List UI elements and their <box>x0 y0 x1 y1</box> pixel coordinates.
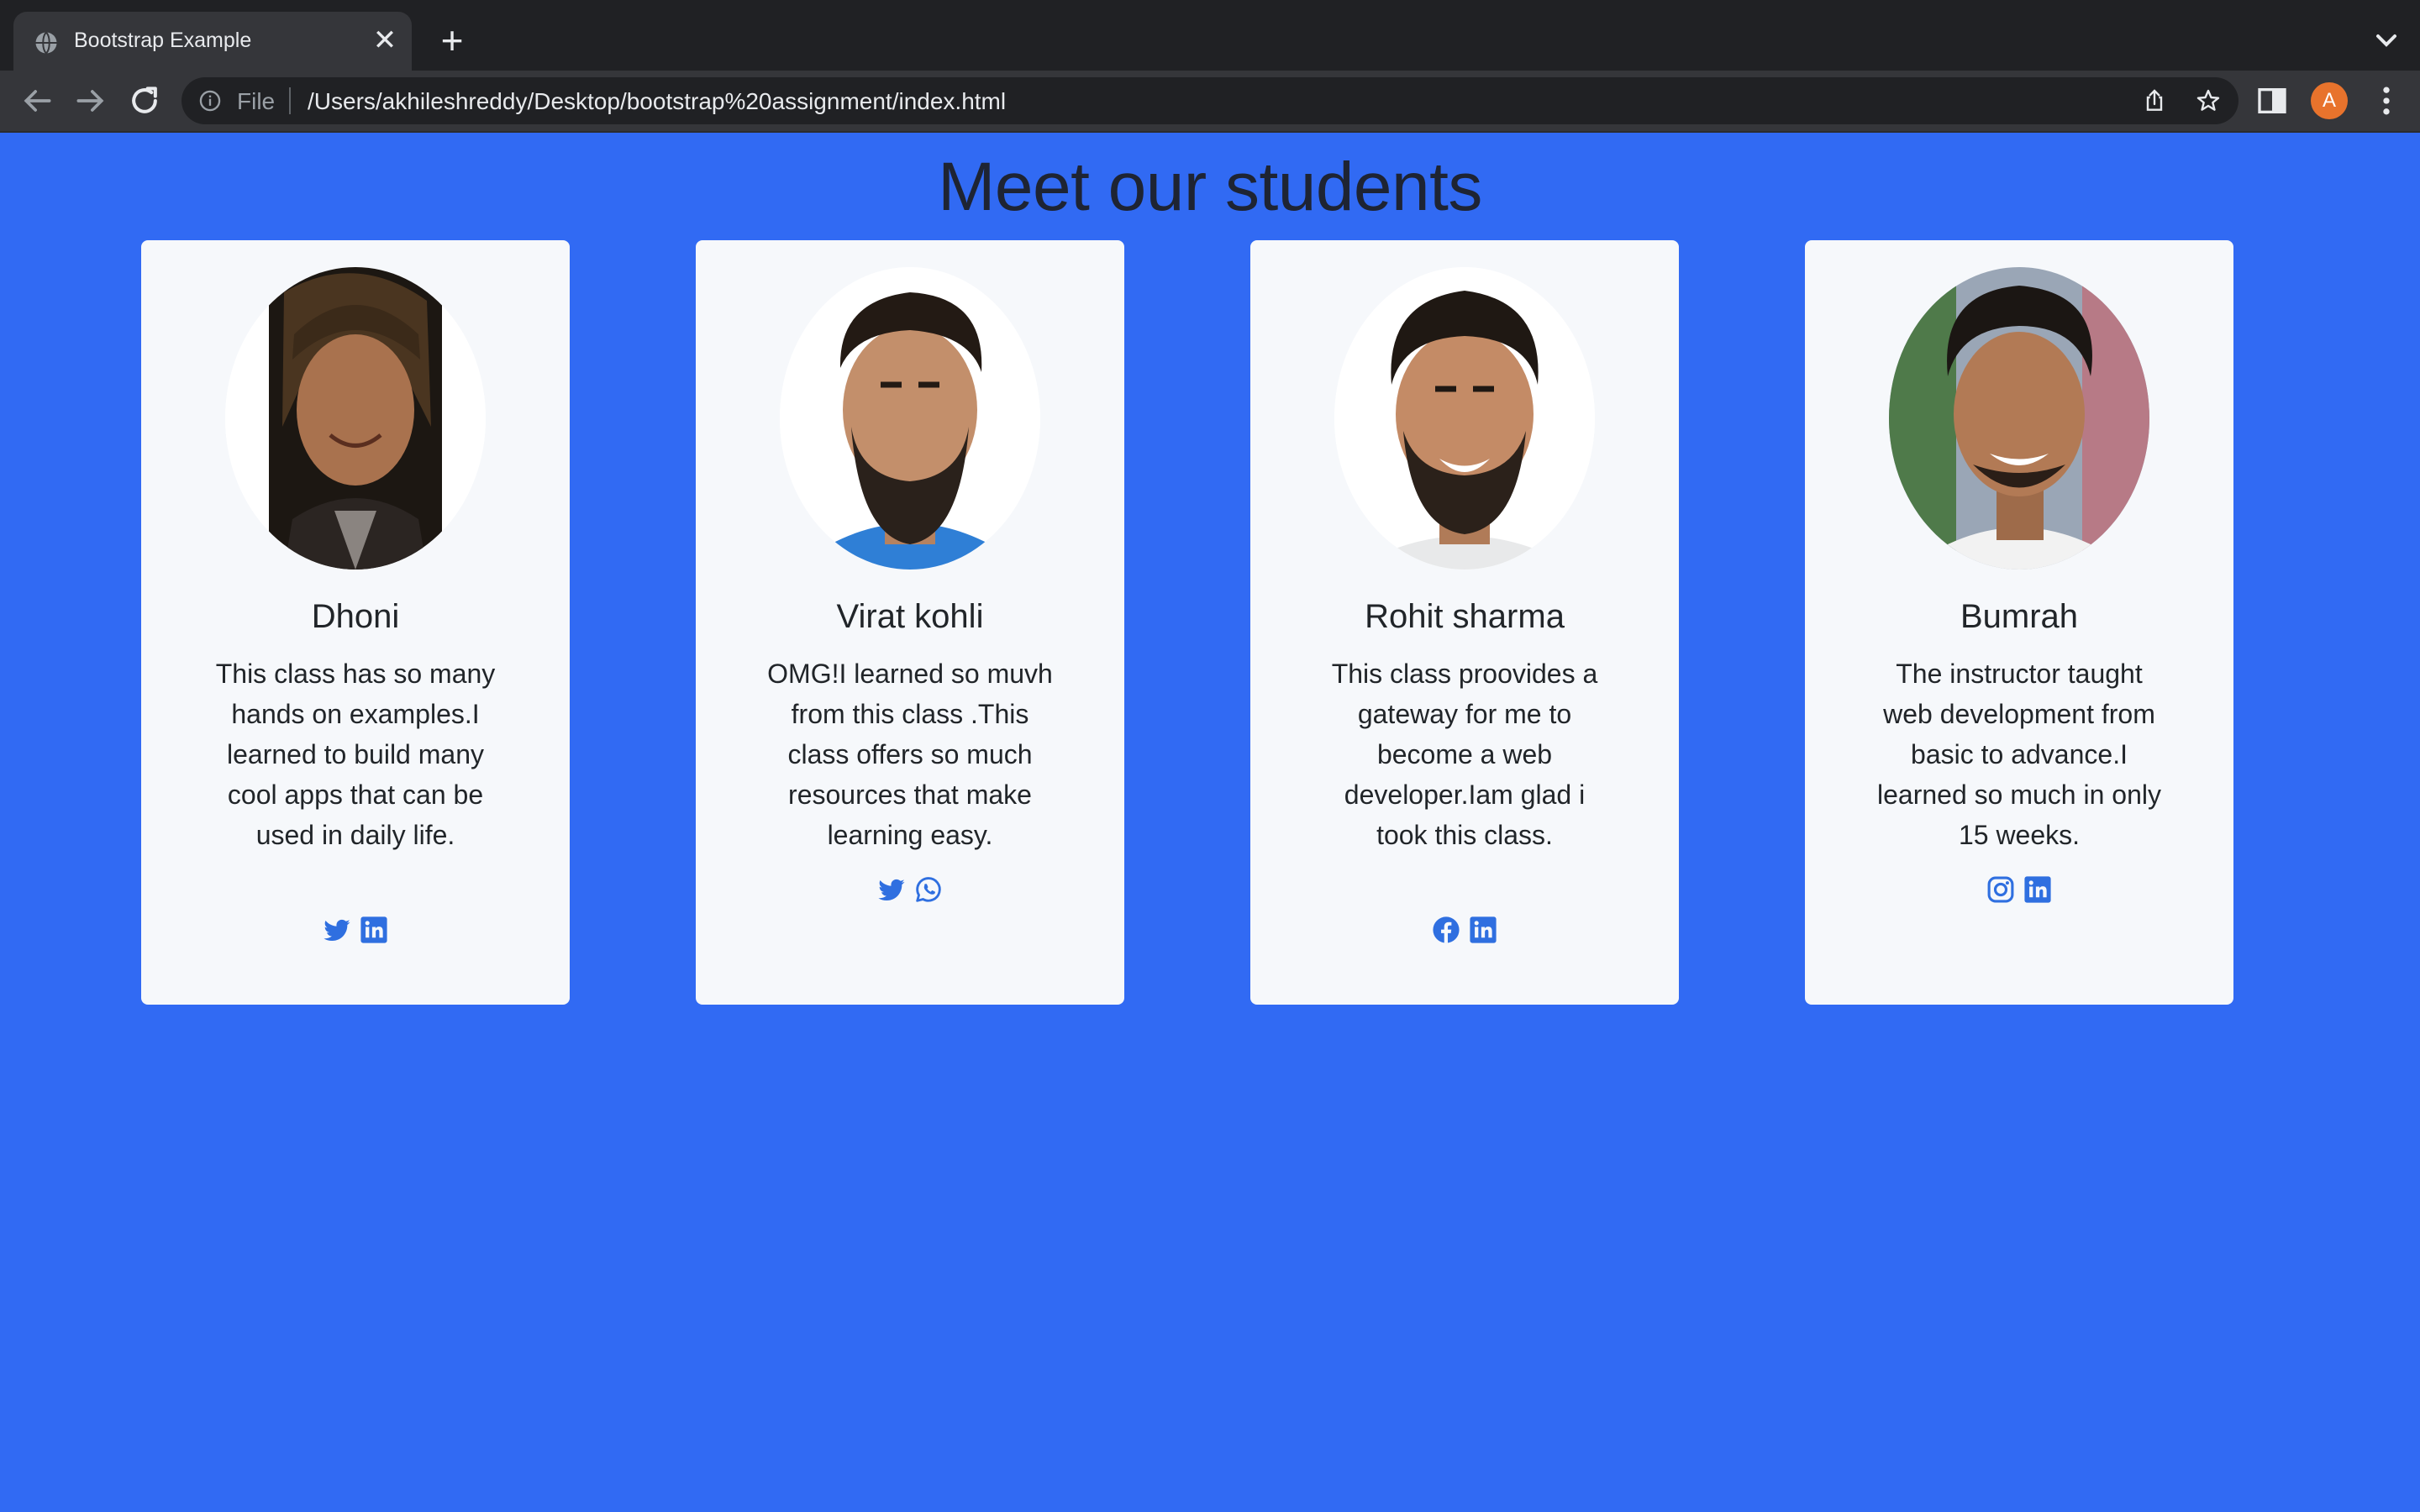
student-name: Rohit sharma <box>1365 598 1565 635</box>
instagram-icon[interactable] <box>1986 875 2015 904</box>
social-links <box>1805 875 2233 904</box>
student-photo <box>1334 267 1595 570</box>
side-panel-icon[interactable] <box>2255 84 2289 118</box>
browser-tab[interactable]: Bootstrap Example ✕ <box>13 12 412 71</box>
student-testimonial: OMG!I learned so muvh from this class .T… <box>767 659 1053 850</box>
student-testimonial: The instructor taught web development fr… <box>1877 659 2161 850</box>
facebook-icon[interactable] <box>1432 916 1460 944</box>
student-photo <box>225 267 486 570</box>
new-tab-button[interactable]: + <box>434 21 471 60</box>
info-icon[interactable] <box>198 89 222 113</box>
tab-strip: Bootstrap Example ✕ + <box>0 0 2420 71</box>
whatsapp-icon[interactable] <box>914 875 943 904</box>
forward-arrow-icon[interactable] <box>72 82 109 119</box>
twitter-icon[interactable] <box>323 916 351 944</box>
url-scheme: File <box>237 88 276 114</box>
student-card: Dhoni This class has so many hands on ex… <box>141 240 570 1005</box>
student-testimonial: This class has so many hands on examples… <box>215 659 496 850</box>
linkedin-icon[interactable] <box>2023 875 2052 904</box>
student-name: Bumrah <box>1960 598 2079 635</box>
social-links <box>141 916 570 944</box>
social-links <box>1250 916 1679 944</box>
globe-icon <box>35 31 57 55</box>
linkedin-icon[interactable] <box>360 916 388 944</box>
page-title: Meet our students <box>938 149 1482 225</box>
share-icon[interactable] <box>2141 87 2168 114</box>
student-photo <box>780 267 1040 570</box>
browser-toolbar: File /Users/akhileshreddy/Desktop/bootst… <box>0 71 2420 133</box>
close-tab-icon[interactable]: ✕ <box>370 25 400 55</box>
student-card: Bumrah The instructor taught web develop… <box>1805 240 2233 1005</box>
url-text[interactable]: /Users/akhileshreddy/Desktop/bootstrap%2… <box>308 88 1006 115</box>
student-card: Virat kohli OMG!I learned so muvh from t… <box>696 240 1124 1005</box>
reload-icon[interactable] <box>126 82 163 119</box>
more-menu-icon[interactable] <box>2368 82 2405 119</box>
linkedin-icon[interactable] <box>1469 916 1497 944</box>
tab-title: Bootstrap Example <box>74 29 252 52</box>
omnibox-divider <box>289 87 291 114</box>
student-name: Virat kohli <box>836 598 984 635</box>
social-links <box>696 875 1124 904</box>
profile-avatar[interactable]: A <box>2311 82 2348 119</box>
student-testimonial: This class proovides a gateway for me to… <box>1331 659 1598 850</box>
twitter-icon[interactable] <box>877 875 906 904</box>
student-card: Rohit sharma This class proovides a gate… <box>1250 240 1679 1005</box>
address-bar[interactable]: File /Users/akhileshreddy/Desktop/bootst… <box>182 77 2238 124</box>
student-photo <box>1889 267 2149 570</box>
back-arrow-icon[interactable] <box>18 82 55 119</box>
student-name: Dhoni <box>311 598 400 635</box>
bookmark-star-icon[interactable] <box>2195 87 2222 114</box>
tab-search-chevron-icon[interactable] <box>2370 24 2403 57</box>
